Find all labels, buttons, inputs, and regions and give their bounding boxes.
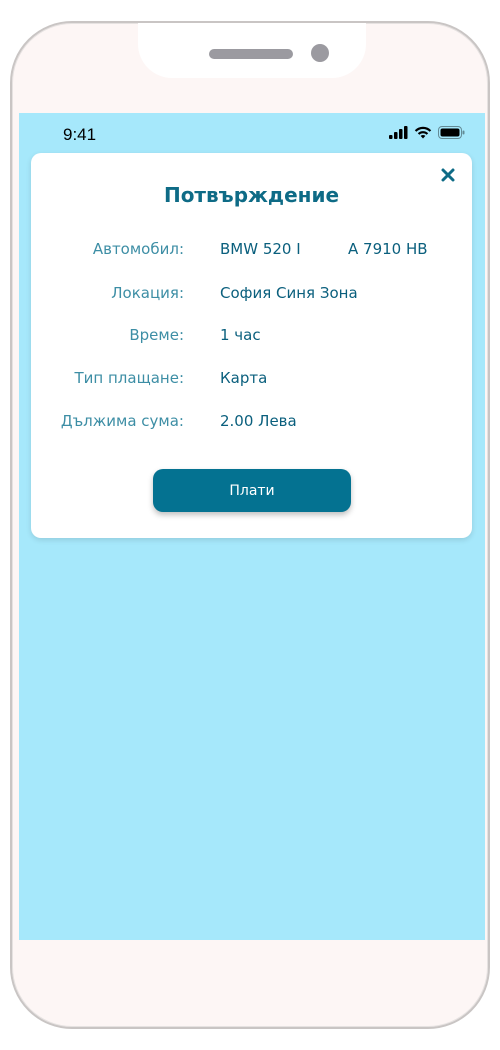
app-screen: 9:41 Потвърждение Автомобил: BMW 520 I A… <box>19 113 485 940</box>
confirmation-modal: Потвърждение Автомобил: BMW 520 I A 7910… <box>31 153 472 538</box>
signal-icon <box>389 126 408 139</box>
phone-notch <box>138 23 366 78</box>
location-value: София Синя Зона <box>220 284 358 302</box>
time-value: 1 час <box>220 326 261 344</box>
wifi-icon <box>414 126 432 139</box>
pay-button[interactable]: Плати <box>153 469 351 512</box>
location-label: Локация: <box>111 284 184 302</box>
amount-due-label: Дължима сума: <box>60 412 184 430</box>
close-icon[interactable] <box>440 167 456 183</box>
status-icons <box>389 126 465 139</box>
row-location: Локация: София Синя Зона <box>31 284 472 308</box>
phone-frame: 9:41 Потвърждение Автомобил: BMW 520 I A… <box>10 21 490 1029</box>
row-amount-due: Дължима сума: 2.00 Лева <box>31 412 472 436</box>
car-plate-value: A 7910 HB <box>348 240 428 258</box>
payment-type-value: Карта <box>220 369 268 387</box>
modal-title: Потвърждение <box>163 183 340 207</box>
payment-type-label: Тип плащане: <box>74 369 184 387</box>
battery-icon <box>438 126 465 139</box>
speaker-grille <box>209 49 293 59</box>
front-camera <box>311 44 329 62</box>
amount-due-value: 2.00 Лева <box>220 412 297 430</box>
car-label: Автомобил: <box>92 240 184 258</box>
car-model-value: BMW 520 I <box>220 240 301 258</box>
row-time: Време: 1 час <box>31 326 472 350</box>
status-time: 9:41 <box>63 125 97 144</box>
row-payment-type: Тип плащане: Карта <box>31 369 472 393</box>
time-label: Време: <box>129 326 184 344</box>
row-car: Автомобил: BMW 520 I A 7910 HB <box>31 240 472 264</box>
